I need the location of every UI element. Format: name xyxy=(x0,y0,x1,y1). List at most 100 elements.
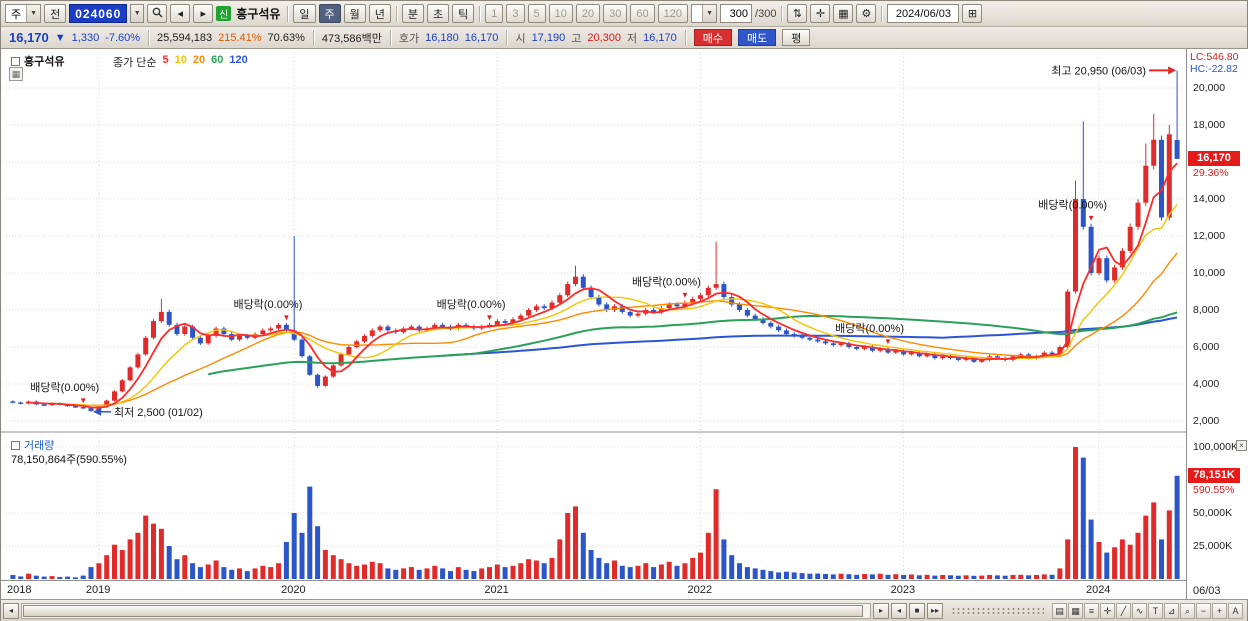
interval-30-button[interactable]: 30 xyxy=(603,4,628,23)
volume-bar xyxy=(174,559,180,579)
volume-summary: 78,150,864주(590.55%) xyxy=(11,454,127,466)
calendar-icon[interactable]: ⊞ xyxy=(962,4,983,23)
next-stock-button[interactable]: ▸ xyxy=(193,4,214,23)
period-day-button[interactable]: 일 xyxy=(293,4,316,23)
menu-icon[interactable]: ≡ xyxy=(1084,603,1099,619)
text-tool-icon[interactable]: T xyxy=(1148,603,1163,619)
current-price: 16,170 xyxy=(9,30,49,45)
current-price-percent: 29.36% xyxy=(1193,166,1229,179)
sell-button[interactable]: 매도 xyxy=(738,29,777,46)
interval-120-button[interactable]: 120 xyxy=(657,4,689,23)
volume-bar xyxy=(955,575,961,579)
volume-bar xyxy=(768,571,774,579)
buy-button[interactable]: 매수 xyxy=(693,29,733,46)
volume-bar xyxy=(18,576,24,579)
step-left-button[interactable]: ◂ xyxy=(891,603,907,619)
period-second-button[interactable]: 초 xyxy=(427,4,450,23)
candle-body xyxy=(127,367,133,381)
candle-body xyxy=(268,328,274,331)
crosshair-icon[interactable]: ✛ xyxy=(1100,603,1115,619)
jeon-button[interactable]: 전 xyxy=(44,4,67,23)
indicator-combo[interactable]: ▼ xyxy=(691,4,718,23)
candle-body xyxy=(354,341,360,347)
zoom-out-icon[interactable]: − xyxy=(1196,603,1211,619)
price-tick-label: 14,000 xyxy=(1193,193,1226,205)
volume-bar xyxy=(823,574,828,579)
volume-bar xyxy=(713,489,719,579)
volume-bar xyxy=(33,575,39,579)
volume-bar xyxy=(510,565,516,579)
wave-indicator-icon[interactable]: ∿ xyxy=(1132,603,1147,619)
candle-body xyxy=(573,276,578,285)
volume-bar xyxy=(112,544,117,579)
period-combo[interactable]: 주 ▼ xyxy=(5,4,42,23)
magnifier-icon[interactable]: ⌕ xyxy=(1180,603,1195,619)
chart-scrollbar[interactable] xyxy=(21,603,871,619)
candle-body xyxy=(823,341,828,344)
angle-tool-icon[interactable]: ⊿ xyxy=(1164,603,1179,619)
font-size-icon[interactable]: A xyxy=(1228,603,1243,619)
candle-body xyxy=(151,321,156,338)
interval-1-button[interactable]: 1 xyxy=(485,4,504,23)
settings-gear-icon[interactable]: ⚙ xyxy=(856,4,877,23)
stock-code-input[interactable]: 024060 xyxy=(69,4,128,23)
turnover-ratio: 70.63% xyxy=(267,31,305,44)
volume-bar xyxy=(729,555,735,579)
code-dropdown-icon[interactable]: ▼ xyxy=(130,4,145,23)
scroll-right-button[interactable]: ▸ xyxy=(873,603,889,619)
volume-bar xyxy=(448,571,453,579)
grid-icon[interactable]: ▦ xyxy=(1068,603,1083,619)
separator xyxy=(395,5,397,22)
volume-bar xyxy=(213,560,219,579)
separator xyxy=(389,29,391,46)
price-axis-panel: LC:546.80 HC:-22.82 20,000 18,000 14,000 12… xyxy=(1186,49,1248,599)
candle-body xyxy=(557,295,563,303)
pane-splitter-handle[interactable] xyxy=(951,606,1044,616)
period-year-button[interactable]: 년 xyxy=(368,4,391,23)
candle-body xyxy=(112,391,117,401)
candle-body xyxy=(1143,165,1149,203)
chart-menu-icon[interactable]: ▦ xyxy=(9,67,23,81)
volume-bar xyxy=(674,565,680,579)
period-month-button[interactable]: 월 xyxy=(343,4,366,23)
period-minute-button[interactable]: 분 xyxy=(401,4,425,23)
volume-bar xyxy=(979,575,985,579)
stop-button[interactable]: ■ xyxy=(909,603,925,619)
scroll-left-button[interactable]: ◂ xyxy=(3,603,19,619)
crosshair-icon[interactable]: ✛ xyxy=(810,4,831,23)
volume-checkbox[interactable] xyxy=(11,440,20,450)
candle-body xyxy=(666,304,672,309)
interval-60-button[interactable]: 60 xyxy=(630,4,655,23)
stock-checkbox[interactable] xyxy=(11,56,20,66)
volume-pane-close-icon[interactable]: × xyxy=(1236,440,1247,451)
interval-3-button[interactable]: 3 xyxy=(506,4,525,23)
bar-count-input[interactable] xyxy=(720,4,753,23)
volume-bar xyxy=(393,569,399,579)
volume-bar xyxy=(1096,542,1102,579)
period-tick-button[interactable]: 틱 xyxy=(452,4,475,23)
multi-chart-icon[interactable]: ▦ xyxy=(833,4,854,23)
trendline-icon[interactable]: ╱ xyxy=(1116,603,1131,619)
candle-body xyxy=(260,330,266,335)
volume-bar xyxy=(338,559,344,579)
volume-bar xyxy=(971,575,977,579)
zoom-in-icon[interactable]: + xyxy=(1212,603,1227,619)
interval-10-button[interactable]: 10 xyxy=(548,4,573,23)
volume-bar xyxy=(1034,575,1039,579)
bar-type-icon[interactable]: ▤ xyxy=(1052,603,1067,619)
ma-legend: 종가 단순 5 10 20 60 120 xyxy=(113,54,248,70)
fast-forward-button[interactable]: ▸▸ xyxy=(927,603,943,619)
volume-bar xyxy=(80,575,86,579)
search-icon[interactable] xyxy=(147,4,168,23)
date-input[interactable]: 2024/06/03 xyxy=(887,4,960,23)
interval-20-button[interactable]: 20 xyxy=(575,4,601,23)
volume-bar xyxy=(260,565,266,579)
period-week-button[interactable]: 주 xyxy=(318,4,341,23)
interval-5-button[interactable]: 5 xyxy=(527,4,546,23)
volume-bar xyxy=(354,565,360,579)
prev-stock-button[interactable]: ◂ xyxy=(170,4,191,23)
avg-button[interactable]: 평 xyxy=(782,29,811,46)
scrollbar-thumb[interactable] xyxy=(23,605,863,617)
compare-updown-icon[interactable]: ⇅ xyxy=(787,4,808,23)
volume-bar xyxy=(158,528,164,579)
